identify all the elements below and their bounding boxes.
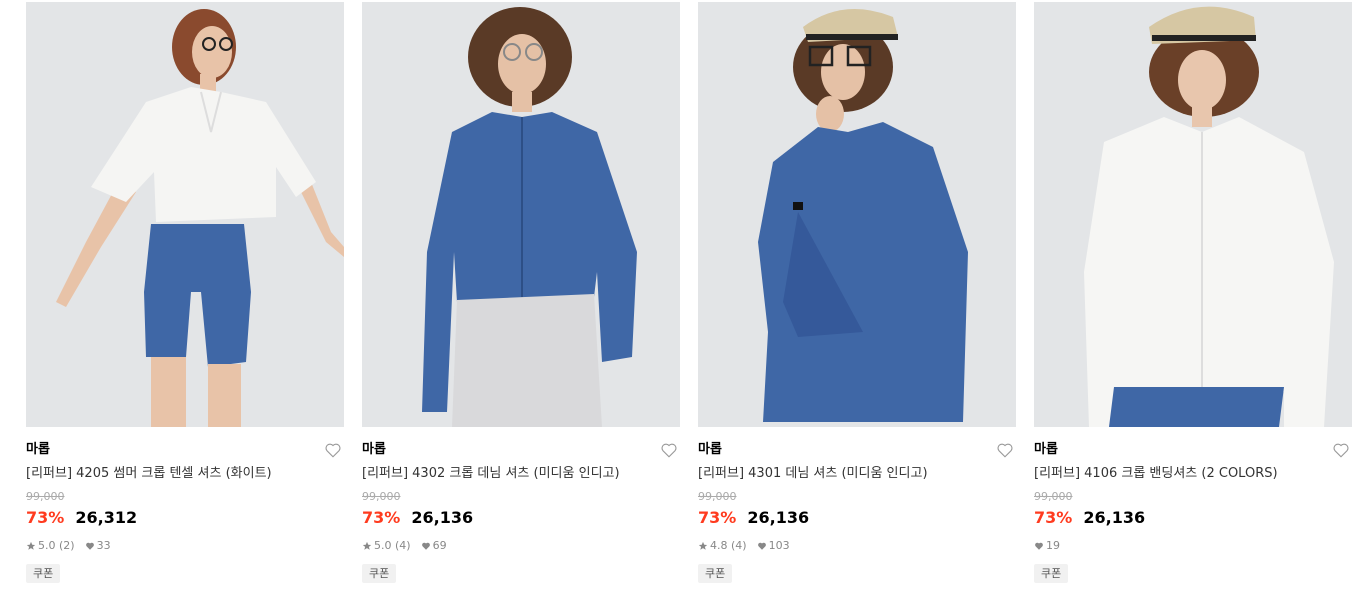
brand-name[interactable]: 마롭 [1034,441,1058,459]
product-title[interactable]: [리퍼브] 4106 크롭 밴딩셔츠 (2 COLORS) [1034,465,1278,483]
product-image[interactable] [26,2,344,427]
brand-name[interactable]: 마롭 [362,441,386,459]
sale-price: 26,136 [1083,508,1146,527]
rating-value: 4.8 (4) [710,539,747,552]
product-image[interactable] [362,2,680,427]
product-photo-icon [698,2,1016,427]
brand-name[interactable]: 마롭 [698,441,722,459]
product-grid: 마롭 [리퍼브] 4205 썸머 크롭 텐셀 셔츠 (화이트) 99,000 7… [0,0,1361,594]
likes-count: 19 [1046,539,1060,552]
sale-price: 26,312 [75,508,138,527]
heart-icon [1035,542,1043,550]
wishlist-heart-icon[interactable] [324,441,342,459]
original-price: 99,000 [362,490,401,503]
price-row: 73% 26,136 [1034,508,1145,528]
discount-rate: 73% [698,508,737,527]
product-photo-icon [1034,2,1352,427]
likes: 69 [421,538,447,554]
product-photo-icon [26,2,344,427]
coupon-badge: 쿠폰 [698,564,733,583]
discount-rate: 73% [1034,508,1073,527]
price-row: 73% 26,312 [26,508,137,528]
original-price: 99,000 [26,490,65,503]
sale-price: 26,136 [747,508,810,527]
likes-count: 69 [432,539,447,552]
likes: 33 [85,538,111,554]
rating: 5.0 (2) [26,538,75,554]
review-meta: 4.8 (4) 103 [698,538,800,554]
coupon-badge: 쿠폰 [362,564,397,583]
rating: 5.0 (4) [362,538,411,554]
heart-icon [421,542,430,550]
likes: 19 [1034,538,1060,554]
product-photo-icon [362,2,680,427]
product-title[interactable]: [리퍼브] 4302 크롭 데님 셔츠 (미디움 인디고) [362,465,620,483]
product-image[interactable] [698,2,1016,427]
product-image[interactable] [1034,2,1352,427]
product-card[interactable]: 마롭 [리퍼브] 4302 크롭 데님 셔츠 (미디움 인디고) 99,000 … [362,0,680,594]
original-price: 99,000 [698,490,737,503]
review-meta: 19 [1034,538,1070,554]
brand-name[interactable]: 마롭 [26,441,50,459]
star-icon [698,541,708,550]
sale-price: 26,136 [411,508,474,527]
likes-count: 33 [96,539,111,552]
heart-icon [757,542,766,550]
likes: 103 [757,538,790,554]
product-card[interactable]: 마롭 [리퍼브] 4205 썸머 크롭 텐셀 셔츠 (화이트) 99,000 7… [26,0,344,594]
star-icon [26,541,36,550]
rating-value: 5.0 (2) [38,539,75,552]
discount-rate: 73% [26,508,65,527]
likes-count: 103 [768,539,790,552]
original-price: 99,000 [1034,490,1073,503]
review-meta: 5.0 (2) 33 [26,538,121,554]
heart-icon [85,542,94,550]
product-title[interactable]: [리퍼브] 4301 데님 셔츠 (미디움 인디고) [698,465,928,483]
discount-rate: 73% [362,508,401,527]
coupon-badge: 쿠폰 [1034,564,1069,583]
price-row: 73% 26,136 [698,508,809,528]
wishlist-heart-icon[interactable] [1332,441,1350,459]
wishlist-heart-icon[interactable] [660,441,678,459]
product-title[interactable]: [리퍼브] 4205 썸머 크롭 텐셀 셔츠 (화이트) [26,465,272,483]
star-icon [362,541,372,550]
wishlist-heart-icon[interactable] [996,441,1014,459]
product-card[interactable]: 마롭 [리퍼브] 4301 데님 셔츠 (미디움 인디고) 99,000 73%… [698,0,1016,594]
rating-value: 5.0 (4) [374,539,411,552]
review-meta: 5.0 (4) 69 [362,538,457,554]
price-row: 73% 26,136 [362,508,473,528]
coupon-badge: 쿠폰 [26,564,61,583]
rating: 4.8 (4) [698,538,747,554]
product-card[interactable]: 마롭 [리퍼브] 4106 크롭 밴딩셔츠 (2 COLORS) 99,000 … [1034,0,1352,594]
